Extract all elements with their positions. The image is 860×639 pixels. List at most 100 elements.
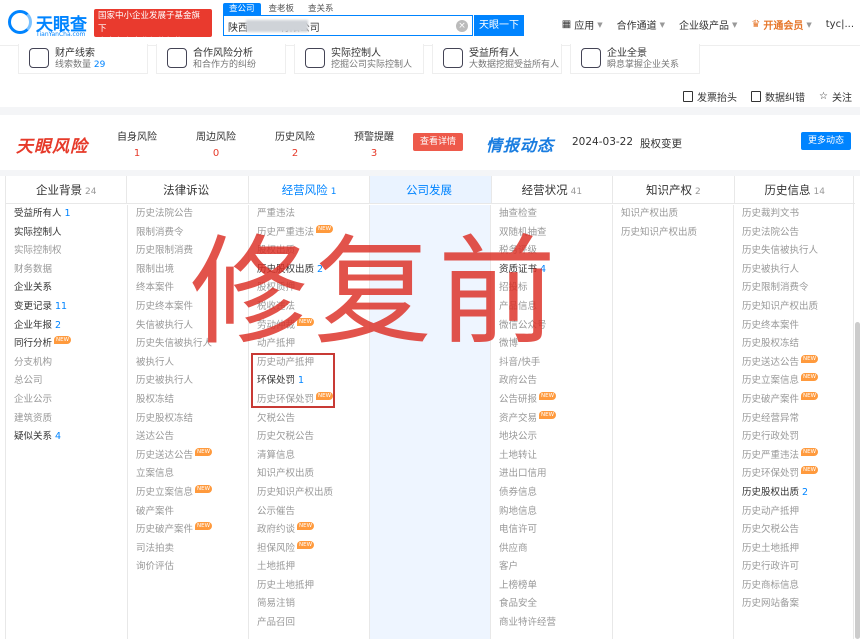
nav-vip[interactable]: ♛ 开通会员 ▼ [751,17,811,32]
list-item[interactable]: 历史严重违法 NEW [734,447,855,466]
list-item[interactable]: 立案信息 [128,465,248,484]
list-item[interactable]: 疑似关系 4 [6,428,127,447]
list-item[interactable]: 历史法院公告 [734,224,855,243]
list-item[interactable]: 实际控制人 [6,224,127,243]
list-item[interactable]: 政府约谈 NEW [249,521,369,540]
list-item[interactable]: 历史破产案件 NEW [734,391,855,410]
list-item[interactable]: 历史股权冻结 [128,410,248,429]
list-item[interactable]: 客户 [491,558,612,577]
list-item[interactable]: 限制消费令 [128,224,248,243]
list-item[interactable]: 土地抵押 [249,558,369,577]
list-item[interactable]: 历史立案信息 NEW [734,372,855,391]
list-item[interactable]: 历史严重违法 NEW [249,224,369,243]
risk-history[interactable]: 历史风险 2 [267,128,323,159]
tab-relation[interactable]: 查关系 [302,3,340,15]
list-item[interactable]: 土地转让 [491,447,612,466]
list-item[interactable]: 同行分析 NEW [6,335,127,354]
risk-peripheral[interactable]: 周边风险 0 [188,128,244,159]
list-item[interactable]: 历史欠税公告 [734,521,855,540]
tab-boss[interactable]: 查老板 [263,3,301,15]
card-panorama[interactable]: 企业全景 瞬息掌握企业关系 [570,44,700,74]
list-item[interactable]: 失信被执行人 [128,317,248,336]
list-item[interactable]: 产品召回 [249,614,369,633]
card-actual-controller[interactable]: 实际控制人 挖掘公司实际控制人 [294,44,424,74]
list-item[interactable]: 破产案件 [128,503,248,522]
tab-company[interactable]: 查公司 [223,3,261,15]
list-item[interactable]: 地块公示 [491,428,612,447]
list-item[interactable]: 历史立案信息 NEW [128,484,248,503]
list-item[interactable]: 分支机构 [6,354,127,373]
list-item[interactable]: 企业关系 [6,279,127,298]
list-item[interactable]: 抖音/快手 [491,354,612,373]
list-item[interactable]: 历史法院公告 [128,205,248,224]
search-button[interactable]: 天眼一下 [474,15,524,36]
list-item[interactable]: 企业公示 [6,391,127,410]
list-item[interactable]: 抽查检查 [491,205,612,224]
list-item[interactable]: 历史股权出质 2 [734,484,855,503]
list-item[interactable]: 债券信息 [491,484,612,503]
list-item[interactable]: 历史知识产权出质 [734,298,855,317]
scrollbar[interactable] [855,322,860,639]
list-item[interactable]: 商业特许经营 [491,614,612,633]
list-item[interactable]: 受益所有人 1 [6,205,127,224]
list-item[interactable]: 资产交易 NEW [491,410,612,429]
list-item[interactable]: 招投标 [491,279,612,298]
card-beneficiary[interactable]: 受益所有人 大数据挖掘受益所有人 [432,44,562,74]
list-item[interactable]: 历史行政许可 [734,558,855,577]
nav-user[interactable]: tyc|... [826,17,854,32]
list-item[interactable]: 历史商标信息 [734,577,855,596]
follow-button[interactable]: ☆ 关注 [819,89,852,104]
list-item[interactable]: 历史终本案件 [734,317,855,336]
list-item[interactable]: 公示催告 [249,503,369,522]
list-item[interactable]: 微博 [491,335,612,354]
card-property-clues[interactable]: 财产线索 线索数量 29 [18,44,148,74]
list-item[interactable]: 财务数据 [6,261,127,280]
tab-operating-risk[interactable]: 经营风险 1 [249,176,371,203]
list-item[interactable]: 清算信息 [249,447,369,466]
list-item[interactable]: 历史被执行人 [734,261,855,280]
list-item[interactable]: 双随机抽查 [491,224,612,243]
list-item[interactable]: 历史被执行人 [128,372,248,391]
list-item[interactable]: 资质证书 4 [491,261,612,280]
official-badge[interactable]: 国家中小企业发展子基金旗下 官方备案企业征信机构 [94,9,212,47]
list-item[interactable]: 简易注销 [249,595,369,614]
list-item[interactable]: 历史失信被执行人 [734,242,855,261]
list-item[interactable]: 历史知识产权出质 [613,224,733,243]
list-item[interactable]: 历史土地抵押 [734,540,855,559]
nav-apps[interactable]: ▦ 应用 ▼ [562,17,603,32]
nav-enterprise[interactable]: 企业级产品 ▼ [679,17,737,33]
risk-self[interactable]: 自身风险 1 [109,128,165,159]
list-item[interactable]: 历史行政处罚 [734,428,855,447]
logo[interactable]: 天眼查 TianYanCha.com [8,8,87,38]
list-item[interactable]: 购地信息 [491,503,612,522]
list-item[interactable]: 限制出境 [128,261,248,280]
list-item[interactable]: 历史动产抵押 [734,503,855,522]
list-item[interactable]: 历史终本案件 [128,298,248,317]
list-item[interactable]: 动产抵押 [249,335,369,354]
list-item[interactable]: 政府公告 [491,372,612,391]
list-item[interactable]: 电信许可 [491,521,612,540]
list-item[interactable]: 股权出质 [249,242,369,261]
list-item[interactable]: 历史经营异常 [734,410,855,429]
list-item[interactable]: 历史送达公告 NEW [734,354,855,373]
tab-operations[interactable]: 经营状况 41 [492,176,614,203]
list-item[interactable]: 终本案件 [128,279,248,298]
list-item[interactable]: 历史环保处罚 NEW [734,465,855,484]
risk-warning[interactable]: 预警提醒 3 [346,128,402,159]
list-item[interactable]: 历史裁判文书 [734,205,855,224]
list-item[interactable]: 税收违法 [249,298,369,317]
list-item[interactable]: 产品信息 [491,298,612,317]
invoice-button[interactable]: 发票抬头 [683,89,737,104]
list-item[interactable]: 股权质押 [249,279,369,298]
more-news-button[interactable]: 更多动态 [801,132,851,150]
list-item[interactable]: 历史网站备案 [734,595,855,614]
list-item[interactable]: 询价评估 [128,558,248,577]
list-item[interactable]: 变更记录 11 [6,298,127,317]
list-item[interactable]: 企业年报 2 [6,317,127,336]
nav-cooperation[interactable]: 合作通道 ▼ [617,17,665,33]
list-item[interactable]: 送达公告 [128,428,248,447]
tab-ip[interactable]: 知识产权 2 [613,176,735,203]
list-item[interactable]: 历史股权出质 2 [249,261,369,280]
correction-button[interactable]: 数据纠错 [751,89,805,104]
list-item[interactable]: 历史欠税公告 [249,428,369,447]
